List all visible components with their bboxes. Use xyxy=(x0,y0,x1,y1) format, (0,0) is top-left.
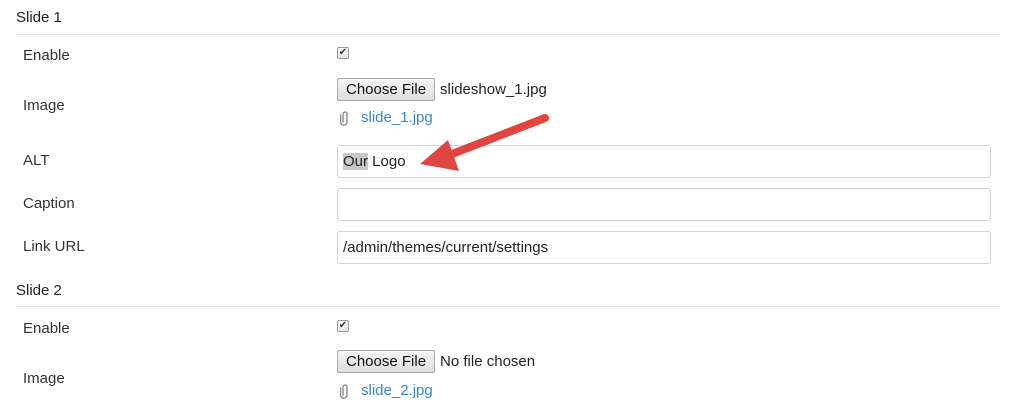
paperclip-icon xyxy=(340,383,348,399)
alt-label: ALT xyxy=(23,152,50,169)
slide-2-title: Slide 2 xyxy=(16,282,62,299)
choose-file-button[interactable]: Choose File xyxy=(337,78,436,101)
slide-2-enable-checkbox[interactable]: ✔ xyxy=(337,320,349,332)
section-divider xyxy=(16,306,1000,307)
selected-text: Our xyxy=(343,153,369,170)
image-label: Image xyxy=(23,370,65,387)
slide-1-enable-checkbox[interactable]: ✔ xyxy=(337,47,349,59)
caption-label: Caption xyxy=(23,195,75,212)
slide-2-current-image: slide_2.jpg xyxy=(340,382,433,399)
choose-file-button[interactable]: Choose File xyxy=(337,350,436,373)
enable-label: Enable xyxy=(23,320,70,337)
paperclip-icon xyxy=(340,110,348,126)
image-label: Image xyxy=(23,97,65,114)
current-image-link[interactable]: slide_2.jpg xyxy=(361,382,433,399)
current-image-link[interactable]: slide_1.jpg xyxy=(361,109,433,126)
slide-2-file-picker: Choose File No file chosen xyxy=(337,350,535,373)
slide-1-file-picker: Choose File slideshow_1.jpg xyxy=(337,78,547,101)
caption-input[interactable] xyxy=(337,188,991,221)
enable-label: Enable xyxy=(23,47,70,64)
alt-input-text: Logo xyxy=(368,153,406,170)
slide-1-current-image: slide_1.jpg xyxy=(340,109,433,126)
chosen-file-name: No file chosen xyxy=(440,353,536,370)
chosen-file-name: slideshow_1.jpg xyxy=(440,81,547,98)
section-divider xyxy=(16,34,1000,35)
checkmark-icon: ✔ xyxy=(338,47,348,58)
link-url-label: Link URL xyxy=(23,238,85,255)
slide-1-title: Slide 1 xyxy=(16,9,62,26)
link-url-input[interactable]: /admin/themes/current/settings xyxy=(337,231,991,264)
checkmark-icon: ✔ xyxy=(338,320,348,331)
alt-input[interactable]: Our Logo xyxy=(337,145,991,178)
